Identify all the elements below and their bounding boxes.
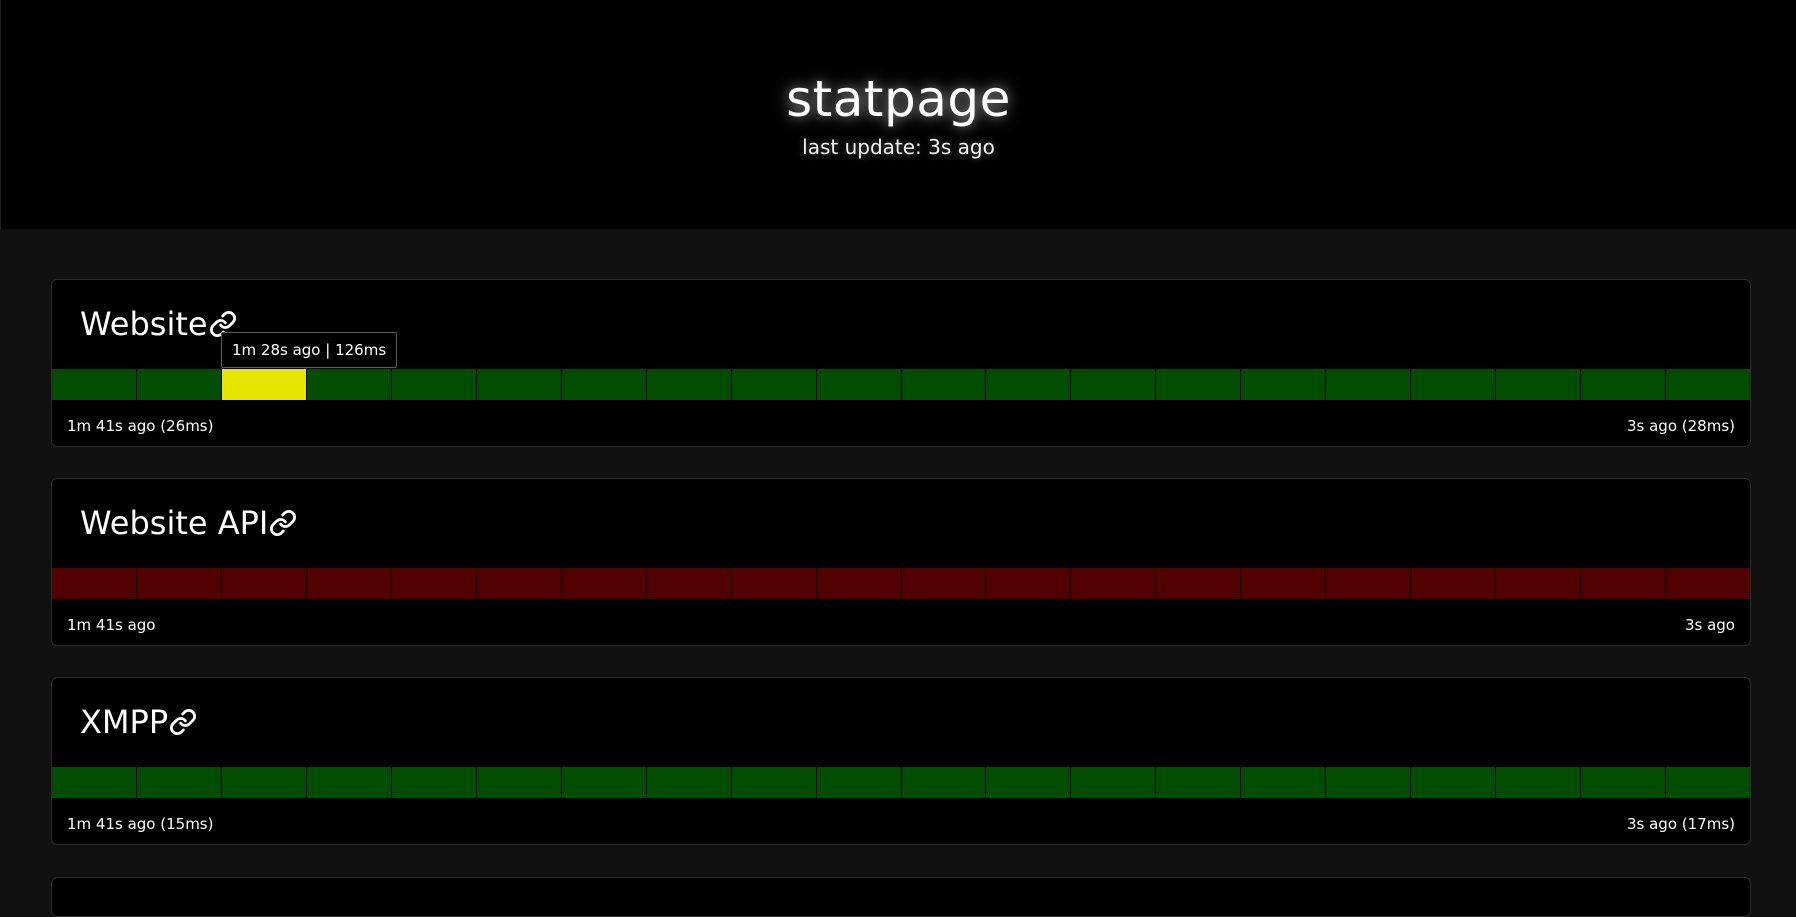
uptime-bar	[52, 568, 1750, 599]
uptime-segment-down[interactable]	[221, 568, 307, 599]
uptime-segment-ok[interactable]	[816, 369, 902, 400]
newest-check-text: 3s ago	[1684, 616, 1735, 634]
last-update-text: last update: 3s ago	[802, 135, 995, 159]
service-card-website-api: Website API 1m 41s ago 3s ago	[51, 478, 1751, 646]
uptime-segment-down[interactable]	[986, 568, 1072, 599]
oldest-check-text: 1m 41s ago (15ms)	[67, 815, 214, 833]
uptime-segment-ok[interactable]	[1666, 767, 1750, 798]
service-card-xmpp: XMPP 1m 41s ago (15ms) 3s ago (17ms)	[51, 677, 1751, 845]
uptime-segment-ok[interactable]	[476, 767, 562, 798]
uptime-segment-ok[interactable]	[646, 767, 732, 798]
uptime-segment-ok[interactable]	[646, 369, 732, 400]
uptime-bar	[52, 369, 1750, 400]
uptime-segment-down[interactable]	[731, 568, 817, 599]
uptime-segment-down[interactable]	[816, 568, 902, 599]
service-title: XMPP	[80, 702, 197, 742]
uptime-segment-ok[interactable]	[52, 369, 137, 400]
uptime-segment-down[interactable]	[1241, 568, 1327, 599]
uptime-segment-ok[interactable]	[136, 767, 222, 798]
uptime-bar	[52, 767, 1750, 798]
uptime-segment-down[interactable]	[1411, 568, 1497, 599]
uptime-segment-warn[interactable]	[221, 369, 307, 400]
uptime-segment-ok[interactable]	[561, 767, 647, 798]
service-name: Website	[80, 305, 208, 343]
uptime-segment-ok[interactable]	[306, 767, 392, 798]
uptime-segment-ok[interactable]	[901, 767, 987, 798]
service-title: Website API	[80, 503, 297, 543]
uptime-segment-ok[interactable]	[1581, 767, 1667, 798]
uptime-segment-ok[interactable]	[1496, 767, 1582, 798]
uptime-segment-ok[interactable]	[1326, 767, 1412, 798]
oldest-check-text: 1m 41s ago	[67, 616, 156, 634]
newest-check-text: 3s ago (28ms)	[1626, 417, 1735, 435]
newest-check-text: 3s ago (17ms)	[1626, 815, 1735, 833]
uptime-segment-ok[interactable]	[1496, 369, 1582, 400]
service-card-partial	[51, 877, 1751, 917]
uptime-segment-down[interactable]	[1496, 568, 1582, 599]
uptime-segment-ok[interactable]	[306, 369, 392, 400]
uptime-segment-ok[interactable]	[391, 767, 477, 798]
uptime-segment-down[interactable]	[901, 568, 987, 599]
uptime-segment-ok[interactable]	[136, 369, 222, 400]
uptime-segment-ok[interactable]	[986, 767, 1072, 798]
service-name: XMPP	[80, 703, 169, 741]
uptime-segment-ok[interactable]	[1411, 369, 1497, 400]
service-name: Website API	[80, 504, 269, 542]
oldest-check-text: 1m 41s ago (26ms)	[67, 417, 214, 435]
uptime-segment-down[interactable]	[476, 568, 562, 599]
uptime-segment-down[interactable]	[646, 568, 732, 599]
uptime-segment-ok[interactable]	[731, 369, 817, 400]
uptime-segment-down[interactable]	[1326, 568, 1412, 599]
link-icon[interactable]	[168, 703, 197, 741]
uptime-segment-ok[interactable]	[731, 767, 817, 798]
uptime-segment-ok[interactable]	[561, 369, 647, 400]
uptime-segment-down[interactable]	[1156, 568, 1242, 599]
uptime-segment-ok[interactable]	[1156, 369, 1242, 400]
uptime-segment-ok[interactable]	[52, 767, 137, 798]
uptime-segment-down[interactable]	[1071, 568, 1157, 599]
uptime-segment-ok[interactable]	[1581, 369, 1667, 400]
uptime-segment-ok[interactable]	[476, 369, 562, 400]
link-icon[interactable]	[268, 504, 297, 542]
uptime-segment-ok[interactable]	[1326, 369, 1412, 400]
uptime-segment-down[interactable]	[306, 568, 392, 599]
uptime-segment-down[interactable]	[1581, 568, 1667, 599]
uptime-segment-down[interactable]	[391, 568, 477, 599]
uptime-segment-ok[interactable]	[1241, 369, 1327, 400]
check-tooltip: 1m 28s ago | 126ms	[221, 332, 398, 368]
uptime-segment-ok[interactable]	[1156, 767, 1242, 798]
uptime-segment-ok[interactable]	[986, 369, 1072, 400]
service-title: Website	[80, 304, 237, 344]
uptime-segment-ok[interactable]	[1071, 369, 1157, 400]
uptime-segment-down[interactable]	[136, 568, 222, 599]
uptime-segment-down[interactable]	[561, 568, 647, 599]
uptime-segment-down[interactable]	[1666, 568, 1750, 599]
uptime-segment-ok[interactable]	[1241, 767, 1327, 798]
uptime-segment-ok[interactable]	[1071, 767, 1157, 798]
uptime-segment-ok[interactable]	[816, 767, 902, 798]
uptime-segment-ok[interactable]	[391, 369, 477, 400]
uptime-segment-ok[interactable]	[221, 767, 307, 798]
page-header: statpage last update: 3s ago	[0, 0, 1796, 229]
uptime-segment-ok[interactable]	[901, 369, 987, 400]
page-title: statpage	[786, 70, 1011, 128]
uptime-segment-down[interactable]	[52, 568, 137, 599]
uptime-segment-ok[interactable]	[1666, 369, 1750, 400]
uptime-segment-ok[interactable]	[1411, 767, 1497, 798]
